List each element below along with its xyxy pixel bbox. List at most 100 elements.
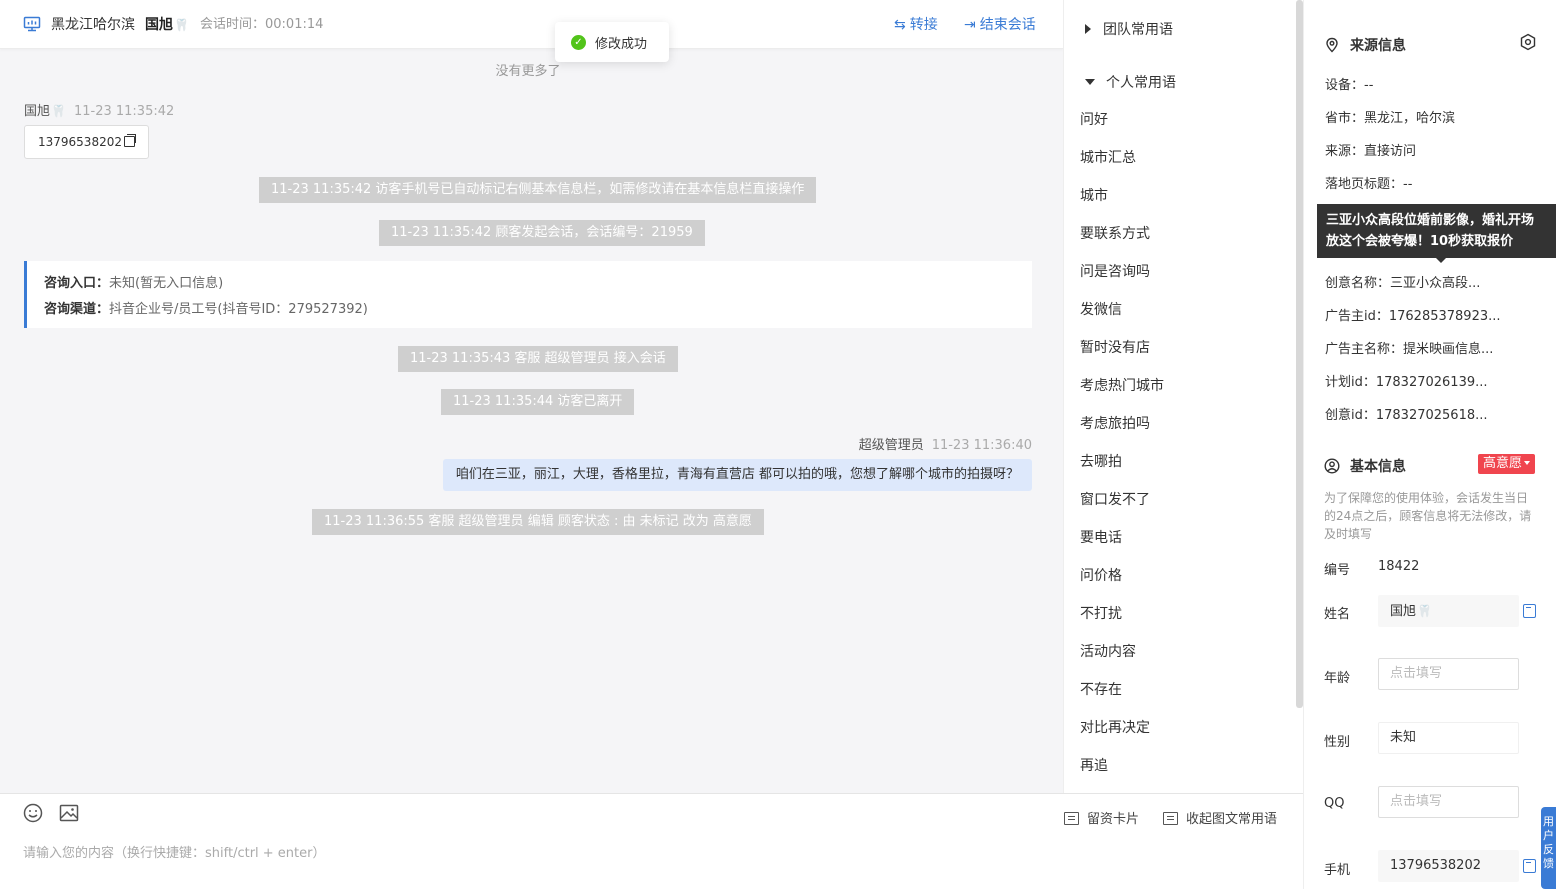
- visitor-message-time: 11-23 11:35:42: [73, 104, 175, 119]
- source-advertiser-id[interactable]: 广告主id：176285378923...: [1325, 305, 1501, 324]
- tooth-icon: 🦷: [1417, 604, 1432, 618]
- phrase-item[interactable]: 问好: [1080, 109, 1108, 129]
- source-creative-id[interactable]: 创意id：178327025618...: [1325, 404, 1488, 423]
- lead-card-button[interactable]: 留资卡片: [1064, 808, 1139, 827]
- source-plan-id[interactable]: 计划id：178327026139...: [1325, 371, 1488, 390]
- visitor-name-text: 国旭: [145, 17, 173, 33]
- transfer-label: 转接: [909, 17, 938, 33]
- image-icon[interactable]: [59, 803, 79, 823]
- source-landing-title: 落地页标题：--: [1325, 177, 1413, 192]
- phrase-item[interactable]: 发微信: [1080, 299, 1122, 319]
- chat-header: 黑龙江哈尔滨 国旭🦷 会话时间：00:01:14 ⇆ 转接 ⇥ 结束会话: [0, 0, 1063, 49]
- edit-notice: 为了保障您的使用体验，会话发生当日的24点之后，顾客信息将无法修改，请及时填写: [1324, 491, 1532, 541]
- phrase-item[interactable]: 暂时没有店: [1080, 337, 1150, 357]
- source-info-label: 来源信息: [1350, 38, 1406, 54]
- personal-phrases-group[interactable]: 个人常用语: [1085, 72, 1176, 92]
- basic-info-label: 基本信息: [1350, 459, 1406, 475]
- phrase-item[interactable]: 考虑旅拍吗: [1080, 413, 1150, 433]
- phrase-item[interactable]: 对比再决定: [1080, 717, 1150, 737]
- consult-entry-row: 咨询入口：未知(暂无入口信息): [44, 271, 1032, 297]
- tooltip-line: 放这个会被夸爆！10秒获取报价: [1326, 234, 1514, 249]
- intent-status-dropdown[interactable]: 高意愿: [1478, 454, 1536, 474]
- visitor-sender-name: 国旭: [24, 104, 51, 119]
- check-circle-icon: ✓: [571, 34, 586, 50]
- system-message: 11-23 11:35:43 客服 超级管理员 接入会话: [398, 346, 678, 372]
- success-toast: ✓ 修改成功: [555, 22, 669, 62]
- consult-channel-label: 咨询渠道：: [44, 302, 110, 317]
- phrase-item[interactable]: 城市汇总: [1080, 147, 1136, 167]
- phrase-item[interactable]: 城市: [1080, 185, 1108, 205]
- feedback-tab[interactable]: 用户反馈: [1541, 807, 1556, 889]
- age-label: 年龄: [1324, 671, 1351, 686]
- source-region: 省市：黑龙江，哈尔滨: [1325, 111, 1456, 126]
- phrase-item[interactable]: 要电话: [1080, 527, 1122, 547]
- tooth-icon: 🦷: [174, 18, 189, 32]
- system-message: 11-23 11:35:42 顾客发起会话，会话编号：21959: [379, 220, 705, 246]
- system-message: 11-23 11:35:42 访客手机号已自动标记右侧基本信息栏，如需修改请在基…: [259, 177, 817, 203]
- intent-status-label: 高意愿: [1483, 456, 1523, 471]
- source-device: 设备：--: [1325, 78, 1374, 93]
- card-icon: [1064, 812, 1079, 825]
- message-input-area: 留资卡片 收起图文常用语 请输入您的内容（换行快捷键：shift/ctrl + …: [0, 793, 1303, 889]
- consult-info-card: 咨询入口：未知(暂无入口信息) 咨询渠道：抖音企业号/员工号(抖音号ID：279…: [24, 261, 1032, 328]
- source-channel: 来源：直接访问: [1325, 144, 1417, 159]
- phrase-item[interactable]: 考虑热门城市: [1080, 375, 1164, 395]
- gender-select[interactable]: 未知: [1378, 722, 1519, 754]
- name-value: 国旭: [1390, 604, 1417, 619]
- phrase-item[interactable]: 问是咨询吗: [1080, 261, 1150, 281]
- visitor-message-bubble: 13796538202: [24, 125, 149, 159]
- tooltip-line: 三亚小众高段位婚前影像，婚礼开场: [1326, 213, 1535, 228]
- copy-name-icon[interactable]: [1523, 604, 1536, 618]
- caret-down-icon: [1524, 461, 1531, 465]
- message-icon: [1163, 812, 1178, 825]
- consult-channel-value: 抖音企业号/员工号(抖音号ID：279527392): [109, 302, 368, 317]
- phrase-item[interactable]: 去哪拍: [1080, 451, 1122, 471]
- session-time: 会话时间：00:01:14: [200, 17, 324, 32]
- name-label: 姓名: [1324, 607, 1351, 622]
- monitor-icon: [23, 16, 41, 32]
- qq-input[interactable]: 点击填写: [1378, 786, 1519, 818]
- exit-icon: ⇥: [964, 17, 976, 33]
- chat-area: 黑龙江哈尔滨 国旭🦷 会话时间：00:01:14 ⇆ 转接 ⇥ 结束会话 没有更多了…: [0, 0, 1063, 793]
- id-value: 18422: [1378, 559, 1420, 574]
- user-circle-icon: [1324, 458, 1340, 474]
- age-input[interactable]: 点击填写: [1378, 658, 1519, 690]
- location-pin-icon: [1326, 37, 1338, 53]
- phrase-item[interactable]: 窗口发不了: [1080, 489, 1150, 509]
- end-session-button[interactable]: ⇥ 结束会话: [964, 16, 1036, 34]
- name-field[interactable]: 国旭🦷: [1378, 595, 1519, 627]
- source-info-title: 来源信息: [1324, 35, 1406, 55]
- emoji-icon[interactable]: [23, 803, 43, 823]
- creative-name-tooltip: 三亚小众高段位婚前影像，婚礼开场 放这个会被夸爆！10秒获取报价: [1317, 204, 1556, 258]
- copy-phone-icon[interactable]: [1523, 859, 1536, 873]
- phrase-item[interactable]: 要联系方式: [1080, 223, 1150, 243]
- lead-card-label: 留资卡片: [1087, 812, 1140, 827]
- visitor-name: 国旭🦷: [145, 16, 189, 34]
- settings-icon[interactable]: [1519, 33, 1537, 51]
- transfer-button[interactable]: ⇆ 转接: [894, 16, 938, 34]
- phrase-item[interactable]: 问价格: [1080, 565, 1122, 585]
- transfer-icon: ⇆: [894, 17, 906, 33]
- phrase-item[interactable]: 不打扰: [1080, 603, 1122, 623]
- quick-phrases-panel: 团队常用语 个人常用语 问好 城市汇总 城市 要联系方式 问是咨询吗 发微信 暂…: [1063, 0, 1295, 793]
- source-creative-name[interactable]: 创意名称：三亚小众高段...: [1325, 272, 1480, 291]
- phone-field[interactable]: 13796538202: [1378, 850, 1519, 882]
- phrases-scrollbar[interactable]: [1296, 0, 1303, 708]
- phrase-item[interactable]: 活动内容: [1080, 641, 1136, 661]
- team-phrases-group[interactable]: 团队常用语: [1085, 19, 1173, 39]
- agent-message-bubble: 咱们在三亚，丽江，大理，香格里拉，青海有直营店 都可以拍的哦，您想了解哪个城市的…: [442, 459, 1032, 491]
- team-phrases-label: 团队常用语: [1103, 22, 1173, 38]
- caret-right-icon: [1085, 24, 1091, 34]
- visitor-location: 黑龙江哈尔滨: [51, 17, 135, 33]
- id-label: 编号: [1324, 563, 1351, 578]
- message-input[interactable]: 请输入您的内容（换行快捷键：shift/ctrl + enter）: [23, 842, 326, 861]
- collapse-phrases-button[interactable]: 收起图文常用语: [1163, 808, 1277, 827]
- phrase-item[interactable]: 再追: [1080, 755, 1108, 775]
- source-advertiser-name[interactable]: 广告主名称：提米映画信息...: [1325, 338, 1493, 357]
- collapse-phrases-label: 收起图文常用语: [1186, 812, 1278, 827]
- copy-icon[interactable]: [123, 134, 136, 147]
- phrase-item[interactable]: 不存在: [1080, 679, 1122, 699]
- system-message: 11-23 11:35:44 访客已离开: [441, 389, 635, 415]
- personal-phrases-label: 个人常用语: [1106, 75, 1176, 91]
- customer-info-panel: 来源信息 设备：-- 省市：黑龙江，哈尔滨 来源：直接访问 落地页标题：-- 三…: [1303, 0, 1556, 889]
